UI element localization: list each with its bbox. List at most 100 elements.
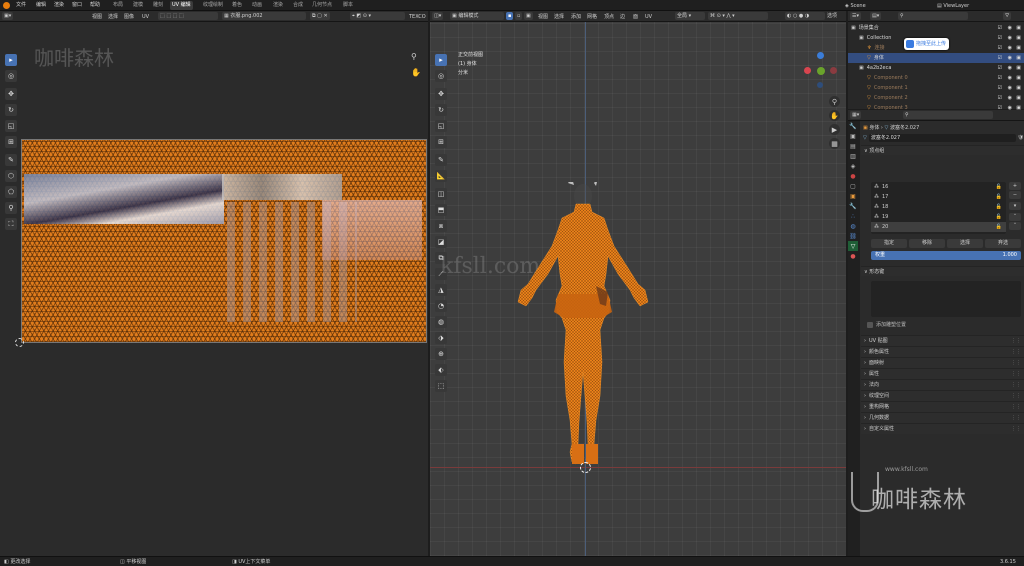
- inset-tool-icon[interactable]: ⧈: [435, 220, 447, 232]
- workspace-tab[interactable]: 渲染: [271, 1, 285, 10]
- panel-header[interactable]: › 属性 ⋮⋮: [861, 368, 1024, 379]
- face-select-button[interactable]: ▣: [524, 12, 533, 20]
- navigation-gizmo[interactable]: [802, 52, 840, 90]
- viewport-menu-item[interactable]: UV: [645, 13, 652, 21]
- uv-menu-item[interactable]: 图像: [124, 13, 134, 21]
- lock-icon[interactable]: 🔓: [996, 222, 1002, 232]
- rip-tool-icon[interactable]: ⛶: [5, 218, 17, 230]
- image-buttons[interactable]: ⧉ ▢ ✕: [310, 12, 330, 20]
- panel-header[interactable]: › UV 贴图 ⋮⋮: [861, 335, 1024, 346]
- scale-tool-icon[interactable]: ◱: [5, 120, 17, 132]
- cursor-tool-icon[interactable]: ◎: [5, 70, 17, 82]
- orientation-selector[interactable]: 全局 ▾: [675, 12, 705, 20]
- grid-toggle-icon[interactable]: ▦: [829, 138, 840, 149]
- panel-header[interactable]: › 面映射 ⋮⋮: [861, 357, 1024, 368]
- camera-view-icon[interactable]: ▶: [829, 124, 840, 135]
- edge-select-button[interactable]: ▫: [515, 12, 523, 20]
- annotate-tool-icon[interactable]: ✎: [435, 154, 447, 166]
- remove-group-button[interactable]: −: [1009, 191, 1021, 199]
- outliner-row[interactable]: ▽ Component 1 ☑ ◉ ▣: [848, 83, 1024, 93]
- eye-icon[interactable]: ◉: [1008, 83, 1012, 93]
- constraints-tab-icon[interactable]: ⛓: [848, 231, 858, 241]
- properties-search[interactable]: ⚲: [903, 111, 993, 119]
- menu-item[interactable]: 帮助: [90, 2, 100, 9]
- camera-icon[interactable]: ▣: [1016, 33, 1021, 43]
- uv-menu-item[interactable]: 选择: [108, 13, 118, 21]
- annotate-tool-icon[interactable]: ✎: [5, 154, 17, 166]
- shading-buttons[interactable]: ◐ ○ ● ◑: [785, 12, 825, 20]
- pinch-tool-icon[interactable]: ⚲: [5, 202, 17, 214]
- mesh-name-field[interactable]: 波塞冬2.027: [868, 134, 1016, 142]
- checkbox-icon[interactable]: ☑: [998, 33, 1002, 43]
- vertex-group-button[interactable]: 移除: [909, 239, 945, 248]
- gizmo-x-icon[interactable]: [804, 67, 811, 74]
- editor-type-button[interactable]: ☰▾: [850, 12, 861, 20]
- vertex-group-item[interactable]: ⁂ 17 🔓: [871, 192, 1006, 202]
- rip-tool-icon[interactable]: ⬚: [435, 380, 447, 392]
- panel-header[interactable]: › 重构网格 ⋮⋮: [861, 401, 1024, 412]
- gizmo-negz-icon[interactable]: [817, 82, 823, 88]
- workspace-tab[interactable]: 着色: [230, 1, 244, 10]
- cursor-tool-icon[interactable]: ◎: [435, 70, 447, 82]
- scale-tool-icon[interactable]: ◱: [435, 120, 447, 132]
- select-box-tool-icon[interactable]: ▸: [5, 54, 17, 66]
- zoom-icon[interactable]: ⚲: [829, 96, 840, 107]
- vertex-group-button[interactable]: 选择: [947, 239, 983, 248]
- panel-header[interactable]: › 几何数据 ⋮⋮: [861, 412, 1024, 423]
- checkbox-icon[interactable]: ☑: [998, 43, 1002, 53]
- spin-tool-icon[interactable]: ◔: [435, 300, 447, 312]
- poly-build-tool-icon[interactable]: ◮: [435, 284, 447, 296]
- shear-tool-icon[interactable]: ⬖: [435, 364, 447, 376]
- zoom-icon[interactable]: ⚲: [411, 52, 417, 61]
- editor-type-button[interactable]: ▣▾: [2, 12, 14, 20]
- uv-canvas[interactable]: ▸ ◎ ✥ ↻ ◱ ⊞ ✎ ⬡ ⬠ ⚲ ⛶ 咖啡森林 ⚲ ✋: [0, 22, 428, 556]
- workspace-tab[interactable]: 动画: [250, 1, 264, 10]
- 3d-cursor-icon[interactable]: [580, 462, 591, 473]
- outliner-row[interactable]: ▣ 场景集合 ☑ ◉ ▣: [848, 23, 1024, 33]
- checkbox-icon[interactable]: ☑: [998, 73, 1002, 83]
- workspace-tab[interactable]: 纹理绘制: [201, 1, 225, 10]
- scene-selector[interactable]: ◈ Scene: [845, 2, 866, 10]
- object-tab-icon[interactable]: ▣: [848, 191, 858, 201]
- mode-selector[interactable]: ▣ 编辑模式: [450, 12, 504, 20]
- uv-menu-item[interactable]: 视图: [92, 13, 102, 21]
- eye-icon[interactable]: ◉: [1008, 93, 1012, 103]
- filter-icon[interactable]: ⛛: [1003, 12, 1012, 20]
- outliner-row[interactable]: ▽ Component 0 ☑ ◉ ▣: [848, 73, 1024, 83]
- eye-icon[interactable]: ◉: [1008, 33, 1012, 43]
- lock-icon[interactable]: 🔓: [996, 212, 1002, 222]
- viewport-canvas[interactable]: 正交前视图 (1) 身体 分米 ▸ ◎ ✥ ↻ ◱ ⊞ ✎ 📐 ◫ ⬒ ⧈ ◪ …: [430, 22, 846, 556]
- vg-specials-button[interactable]: ▾: [1009, 202, 1021, 210]
- eye-icon[interactable]: ◉: [1008, 23, 1012, 33]
- gizmo-negx-icon[interactable]: [830, 67, 837, 74]
- scene-tab-icon[interactable]: ◈: [848, 161, 858, 171]
- add-group-button[interactable]: +: [1009, 182, 1021, 190]
- transform-tool-icon[interactable]: ⊞: [5, 136, 17, 148]
- grab-tool-icon[interactable]: ⬡: [5, 170, 17, 182]
- panel-header[interactable]: › 自定义属性 ⋮⋮: [861, 423, 1024, 434]
- add-cube-tool-icon[interactable]: ◫: [435, 188, 447, 200]
- eye-icon[interactable]: ◉: [1008, 43, 1012, 53]
- render-tab-icon[interactable]: ▣: [848, 131, 858, 141]
- lock-icon[interactable]: 🔓: [996, 182, 1002, 192]
- pan-hand-icon[interactable]: ✋: [829, 110, 840, 121]
- viewport-menu-item[interactable]: 顶点: [604, 13, 614, 21]
- viewport-menu-item[interactable]: 添加: [571, 13, 581, 21]
- shape-keys-header[interactable]: ∨ 形态键: [861, 266, 1024, 276]
- vertex-group-item[interactable]: ⁂ 20 🔓: [871, 222, 1006, 232]
- eye-icon[interactable]: ◉: [1008, 73, 1012, 83]
- view-layer-tab-icon[interactable]: ▥: [848, 151, 858, 161]
- particles-tab-icon[interactable]: ∴: [848, 211, 858, 221]
- character-mesh[interactable]: [510, 182, 660, 482]
- output-tab-icon[interactable]: ▤: [848, 141, 858, 151]
- measure-tool-icon[interactable]: 📐: [435, 170, 447, 182]
- fake-user-icon[interactable]: 🛡: [1018, 133, 1024, 143]
- checkbox-icon[interactable]: ☑: [998, 93, 1002, 103]
- physics-tab-icon[interactable]: ◍: [848, 221, 858, 231]
- workspace-tab[interactable]: UV 编辑: [170, 1, 193, 10]
- vertex-group-button[interactable]: 指定: [871, 239, 907, 248]
- camera-icon[interactable]: ▣: [1016, 73, 1021, 83]
- camera-icon[interactable]: ▣: [1016, 83, 1021, 93]
- menu-item[interactable]: 窗口: [72, 2, 82, 9]
- auto-smooth-row[interactable]: 添加雕塑位置: [867, 320, 906, 330]
